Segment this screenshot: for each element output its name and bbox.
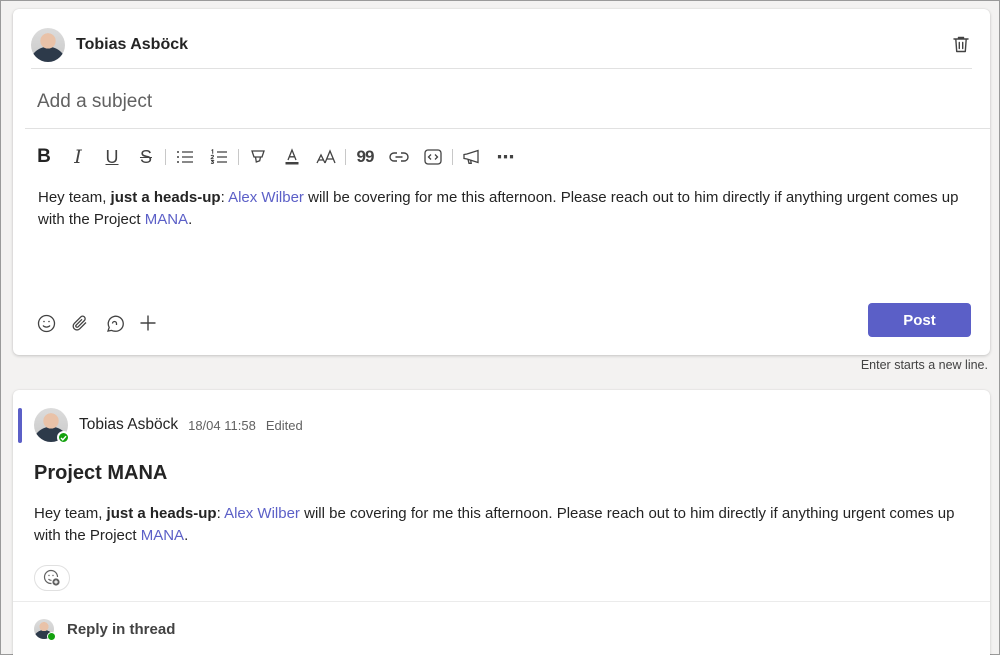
link-icon[interactable] <box>382 145 416 169</box>
post-accent-bar <box>18 408 22 443</box>
attach-icon[interactable] <box>63 311 97 335</box>
edited-label: Edited <box>265 417 303 433</box>
strikethrough-glyph: S <box>139 146 152 167</box>
reply-avatar <box>34 619 56 641</box>
toolbar-divider <box>345 149 346 165</box>
mention-alex-wilber[interactable]: Alex Wilber <box>224 505 300 522</box>
loop-icon[interactable] <box>97 311 131 335</box>
body-text: . <box>184 527 189 544</box>
italic-glyph: I <box>74 146 82 168</box>
italic-icon[interactable]: I <box>61 145 95 169</box>
compose-box: Tobias Asböck B I U S <box>13 9 990 355</box>
post-timestamp: 18/04 11:58 <box>188 417 256 433</box>
post-divider <box>13 601 990 602</box>
new-line-hint: Enter starts a new line. <box>860 358 988 372</box>
trash-icon[interactable] <box>950 34 972 56</box>
toolbar-divider <box>165 149 166 165</box>
body-text: : <box>216 505 225 522</box>
subject-input[interactable] <box>37 90 637 113</box>
body-bold-text: just a heads-up <box>110 189 221 206</box>
emoji-icon[interactable] <box>29 311 63 335</box>
more-options-icon[interactable]: ⋯ <box>489 145 523 169</box>
underline-icon[interactable]: U <box>95 145 129 169</box>
compose-author-name: Tobias Asböck <box>76 35 189 53</box>
toolbar-divider <box>452 149 453 165</box>
bold-icon[interactable]: B <box>27 145 61 169</box>
compose-header: Tobias Asböck <box>31 21 972 69</box>
channel-post: Tobias Asböck 18/04 11:58 Edited Project… <box>13 390 990 655</box>
presence-available-icon <box>57 431 70 444</box>
compose-message-body[interactable]: Hey team, just a heads-up: Alex Wilber w… <box>38 187 968 231</box>
compose-actions <box>29 311 165 335</box>
post-button[interactable]: Post <box>868 303 971 337</box>
tag-mana[interactable]: MANA <box>145 211 188 228</box>
post-subject: Project MANA <box>34 462 168 484</box>
body-text: . <box>188 211 193 228</box>
add-reaction-icon <box>43 569 60 586</box>
presence-available-icon <box>47 632 56 641</box>
body-bold-text: just a heads-up <box>106 505 217 522</box>
numbered-list-icon[interactable] <box>202 145 236 169</box>
font-size-icon[interactable] <box>309 145 343 169</box>
more-glyph: ⋯ <box>496 146 516 167</box>
underline-glyph: U <box>105 146 119 167</box>
post-author-name[interactable]: Tobias Asböck <box>79 416 178 434</box>
post-author-avatar[interactable] <box>34 408 70 444</box>
post-message-body: Hey team, just a heads-up: Alex Wilber w… <box>34 503 974 547</box>
format-toolbar: B I U S 99 ⋯ <box>27 145 523 169</box>
tag-mana[interactable]: MANA <box>141 527 184 544</box>
add-reaction-button[interactable] <box>34 565 70 591</box>
reply-label: Reply in thread <box>67 620 176 638</box>
quote-icon[interactable]: 99 <box>348 145 382 169</box>
bold-glyph: B <box>37 146 51 167</box>
add-icon[interactable] <box>131 311 165 335</box>
body-text: Hey team, <box>34 505 107 522</box>
strikethrough-icon[interactable]: S <box>129 145 163 169</box>
body-text: Hey team, <box>38 189 111 206</box>
author-avatar <box>31 27 65 62</box>
code-snippet-icon[interactable] <box>416 145 450 169</box>
reply-in-thread[interactable]: Reply in thread <box>34 619 176 641</box>
toolbar-divider <box>238 149 239 165</box>
highlight-icon[interactable] <box>241 145 275 169</box>
font-color-icon[interactable] <box>275 145 309 169</box>
announcement-icon[interactable] <box>455 145 489 169</box>
subject-field-container <box>25 75 990 129</box>
post-header: Tobias Asböck 18/04 11:58 Edited <box>34 408 303 444</box>
mention-alex-wilber[interactable]: Alex Wilber <box>228 189 304 206</box>
bulleted-list-icon[interactable] <box>168 145 202 169</box>
body-text: : <box>220 189 229 206</box>
quote-glyph: 99 <box>356 147 375 166</box>
